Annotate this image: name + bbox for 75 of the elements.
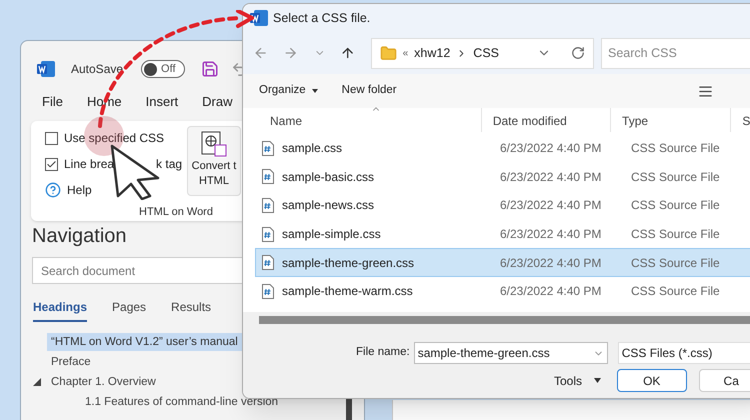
cancel-button[interactable]: Ca: [698, 369, 750, 392]
navigation-tab[interactable]: Headings: [33, 298, 88, 322]
file-date: 6/23/2022 4:40 PM: [500, 283, 602, 300]
convert-to-html-button[interactable]: Convert t HTML: [187, 126, 241, 196]
css-file-icon: [262, 284, 274, 299]
word-logo-icon: [37, 61, 55, 77]
file-date: 6/23/2022 4:40 PM: [500, 197, 602, 214]
save-icon[interactable]: [200, 60, 219, 78]
menu-tab[interactable]: File: [42, 92, 63, 112]
file-row[interactable]: sample.css 6/23/2022 4:40 PM CSS Source File: [255, 134, 750, 163]
breadcrumb[interactable]: CSS: [473, 44, 499, 62]
css-file-icon: [262, 140, 274, 156]
file-type: CSS Source File: [631, 254, 721, 272]
css-file-icon: [262, 226, 274, 242]
file-name: sample-theme-warm.css: [282, 283, 414, 300]
menu-tab[interactable]: Insert: [146, 92, 178, 112]
heading-item[interactable]: “HTML on Word V1.2” user’s manual: [47, 333, 242, 351]
caret-icon: [312, 89, 318, 93]
file-row[interactable]: sample-simple.css 6/23/2022 4:40 PM CSS Source File: [255, 220, 750, 248]
dialog-title: Select a CSS file.: [273, 10, 370, 27]
option-label[interactable]: k tag: [156, 155, 182, 173]
file-row[interactable]: sample-basic.css 6/23/2022 4:40 PM CSS Source File: [255, 162, 750, 192]
option-label[interactable]: Use specified CSS: [64, 129, 164, 147]
refresh-icon[interactable]: [571, 46, 585, 60]
search-css-field[interactable]: Search CSS: [601, 38, 750, 68]
back-icon[interactable]: [253, 45, 268, 61]
folder-icon: [380, 44, 397, 62]
file-name: sample-basic.css: [282, 168, 376, 186]
file-name-label: File name:: [356, 345, 410, 360]
breadcrumb[interactable]: xhw12: [414, 44, 450, 62]
option-label[interactable]: Line brea: [64, 155, 114, 173]
navigation-tab[interactable]: Pages: [112, 298, 146, 322]
file-type: CSS Source File: [631, 168, 721, 186]
css-file-icon: [262, 255, 274, 270]
file-row[interactable]: sample-news.css 6/23/2022 4:40 PM CSS Source File: [255, 191, 750, 220]
file-name: sample-simple.css: [282, 226, 382, 244]
address-bar[interactable]: « xhw12 CSS: [370, 38, 594, 68]
ribbon-group-label: HTML on Word: [139, 205, 213, 219]
css-file-icon: [262, 198, 274, 213]
file-date: 6/23/2022 4:40 PM: [500, 226, 602, 244]
file-type-filter[interactable]: CSS Files (*.css): [618, 342, 750, 364]
checkbox[interactable]: [45, 132, 58, 144]
caret-icon: [594, 378, 602, 383]
file-type: CSS Source File: [631, 283, 721, 300]
checkbox[interactable]: [45, 158, 58, 170]
heading-item[interactable]: Chapter 1. Overview: [47, 373, 160, 391]
help-icon[interactable]: [45, 182, 61, 198]
autosave-label: AutoSave: [71, 61, 124, 78]
ok-button[interactable]: OK: [617, 369, 687, 392]
file-row[interactable]: sample-theme-green.css 6/23/2022 4:40 PM CSS Source File: [255, 248, 750, 277]
file-type: CSS Source File: [631, 226, 721, 244]
file-name-field[interactable]: sample-theme-green.css: [414, 342, 608, 364]
file-type: CSS Source File: [631, 140, 721, 158]
tools-button[interactable]: Tools: [554, 372, 602, 390]
autosave-toggle[interactable]: Off: [141, 60, 185, 78]
navigation-tab[interactable]: Results: [171, 298, 212, 322]
css-file-icon: [262, 169, 274, 184]
collapse-triangle-icon[interactable]: [33, 378, 41, 386]
file-date: 6/23/2022 4:40 PM: [500, 140, 602, 158]
word-logo-icon: [250, 10, 268, 26]
file-name: sample.css: [282, 140, 344, 158]
heading-item[interactable]: 1.1 Features of command-line version: [81, 393, 282, 411]
file-name: sample-news.css: [282, 197, 376, 214]
navigation-title: Navigation: [32, 224, 127, 249]
file-date: 6/23/2022 4:40 PM: [500, 254, 602, 272]
globe-document-icon: [201, 131, 227, 157]
file-type: CSS Source File: [631, 197, 721, 214]
file-date: 6/23/2022 4:40 PM: [500, 168, 602, 186]
view-options-icon[interactable]: [698, 84, 713, 98]
menu-tab[interactable]: Draw: [202, 92, 232, 112]
new-folder-button[interactable]: New folder: [342, 82, 397, 100]
organize-button[interactable]: Organize: [259, 82, 318, 100]
option-label[interactable]: Help: [67, 181, 92, 199]
overflow-mark[interactable]: «: [402, 46, 408, 60]
heading-item[interactable]: Preface: [47, 353, 95, 371]
